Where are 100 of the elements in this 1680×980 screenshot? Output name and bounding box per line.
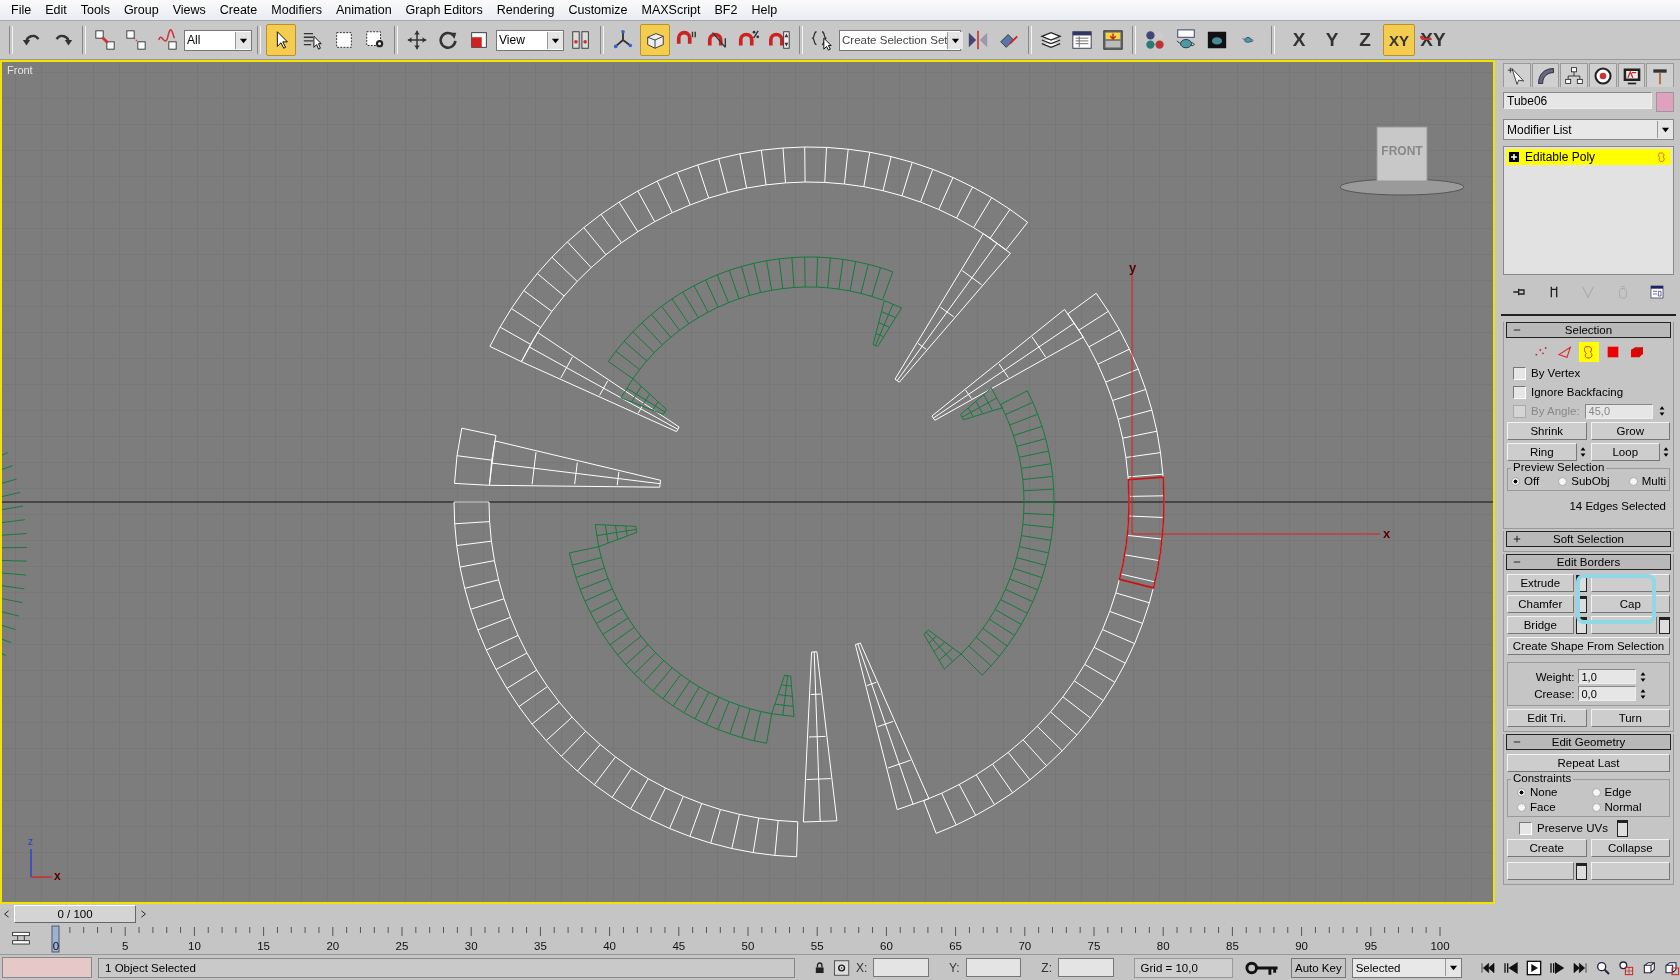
panel-button[interactable]: Chamfer [1507,595,1574,613]
command-panel-tab[interactable] [1503,63,1531,87]
menu-item[interactable]: Create [212,3,265,17]
settings-button[interactable] [1659,616,1670,634]
checkbox[interactable] [1513,385,1526,399]
rollout-header[interactable]: Soft Selection [1506,531,1671,547]
configure-icon[interactable] [1648,284,1665,300]
panel-button[interactable] [1507,862,1574,880]
settings-button[interactable] [1575,574,1587,592]
radio-button[interactable] [1558,476,1568,486]
spinner-icon[interactable] [1657,404,1666,418]
zoom-extents-all-icon[interactable] [1664,959,1680,976]
panel-button[interactable]: Bridge [1507,616,1574,634]
coordinate-field[interactable] [1057,958,1114,977]
panel-button[interactable]: Create Shape From Selection [1507,637,1670,655]
viewport[interactable]: Front y x z x FRONT [0,60,1495,905]
checkbox[interactable] [1519,821,1532,835]
radio-button[interactable] [1591,787,1601,797]
command-panel-tab[interactable] [1531,63,1560,87]
panel-button[interactable]: Edit Tri. [1507,709,1587,727]
command-panel-tab[interactable] [1646,63,1675,87]
rollout-header[interactable]: Edit Geometry [1506,734,1671,750]
auto-key-button[interactable]: Auto Key [1291,957,1346,978]
menu-item[interactable]: Animation [329,3,399,17]
command-panel-tab[interactable] [1560,63,1588,87]
axis-constraint-button[interactable]: X [1284,25,1314,55]
transform-mode-icon[interactable] [832,958,851,977]
zoom-icon[interactable] [1595,959,1611,976]
settings-button[interactable] [1616,819,1628,837]
panel-button[interactable]: Extrude [1507,574,1574,592]
toolbar-dropdown[interactable]: All [184,29,252,51]
panel-button[interactable]: Ring [1507,443,1577,461]
play-icon[interactable] [1526,959,1542,976]
stack-item[interactable]: Editable Poly [1506,149,1671,165]
panel-button[interactable]: Repeat Last [1507,754,1670,772]
radio-button[interactable] [1517,802,1526,812]
subobject-level-button[interactable] [1578,342,1599,362]
panel-button[interactable]: Grow [1590,422,1670,440]
checkbox[interactable] [1513,366,1526,380]
menu-item[interactable]: Tools [73,3,117,17]
spinner-icon[interactable] [1662,445,1670,459]
radio-button[interactable] [1517,787,1526,797]
object-name-field[interactable]: Tube06 [1503,92,1652,109]
menu-item[interactable]: Rendering [489,3,562,17]
coordinate-field[interactable] [873,958,929,977]
command-panel-tab[interactable] [1617,63,1646,87]
axis-constraint-button[interactable]: XY [1418,25,1448,55]
rollout-header[interactable]: Edit Borders [1506,554,1671,570]
rollout-header[interactable]: Selection [1506,322,1671,338]
panel-button[interactable]: Create [1507,839,1587,857]
axis-constraint-button[interactable]: XY [1383,24,1415,56]
key-filter-dropdown[interactable]: Selected [1351,957,1462,978]
modifier-list-dropdown[interactable]: Modifier List [1503,119,1674,140]
viewcube-drawing[interactable] [1339,126,1465,196]
menu-item[interactable]: Views [165,3,213,17]
next-frame-icon[interactable] [1549,959,1565,976]
panel-button[interactable]: Shrink [1507,422,1587,440]
radio-button[interactable] [1628,476,1638,486]
lock-icon[interactable] [813,959,827,976]
time-slider-thumb[interactable]: 0 / 100 [14,905,136,924]
collapse-icon[interactable] [1513,558,1521,566]
radio-button[interactable] [1591,802,1601,812]
expand-icon[interactable] [1513,535,1521,543]
menu-item[interactable]: Customize [561,3,635,17]
settings-button[interactable] [1575,616,1587,634]
toolbar-dropdown[interactable]: View [496,29,564,51]
menu-item[interactable]: File [4,3,39,17]
menu-item[interactable]: Graph Editors [398,3,490,17]
expand-plus-icon[interactable] [1509,152,1519,162]
radio-button[interactable] [1511,476,1520,486]
panel-button[interactable]: Collapse [1590,839,1670,857]
axis-constraint-button[interactable]: Y [1317,25,1347,55]
zoom-all-icon[interactable] [1618,959,1634,976]
command-panel-tab[interactable] [1589,63,1617,87]
menu-item[interactable]: Group [116,3,166,17]
settings-button[interactable] [1575,862,1587,880]
collapse-icon[interactable] [1513,738,1521,746]
previous-frame-icon[interactable] [1503,959,1519,976]
toolbar-button[interactable] [640,24,670,56]
axis-constraint-button[interactable]: Z [1350,25,1380,55]
panel-button[interactable]: Loop [1590,443,1660,461]
collapse-icon[interactable] [1513,326,1521,334]
coordinate-field[interactable] [965,958,1022,977]
panel-button[interactable]: Cap [1590,595,1670,613]
panel-button[interactable]: Turn [1590,709,1670,727]
current-frame-marker[interactable] [51,925,60,953]
menu-item[interactable]: Edit [38,3,74,17]
menu-item[interactable]: Help [744,3,785,17]
toolbar-dropdown[interactable]: Create Selection Set [839,29,961,51]
zoom-extents-icon[interactable] [1641,959,1657,976]
number-field[interactable]: 1,0 [1577,669,1636,684]
toolbar-button[interactable] [266,24,296,56]
panel-button[interactable] [1590,862,1670,880]
hierarchy-icon [1564,65,1585,86]
menu-item[interactable]: MAXScript [634,3,708,17]
menu-item[interactable]: Modifiers [264,3,329,17]
timeline-ruler[interactable]: 0 5 10 15 20 25 30 35 40 45 50 55 60 65 70 75 80 85 90 95 100 [0,924,1495,954]
object-color-swatch[interactable] [1656,92,1674,112]
menu-item[interactable]: BF2 [707,3,745,17]
number-field[interactable]: 0,0 [1577,686,1636,701]
